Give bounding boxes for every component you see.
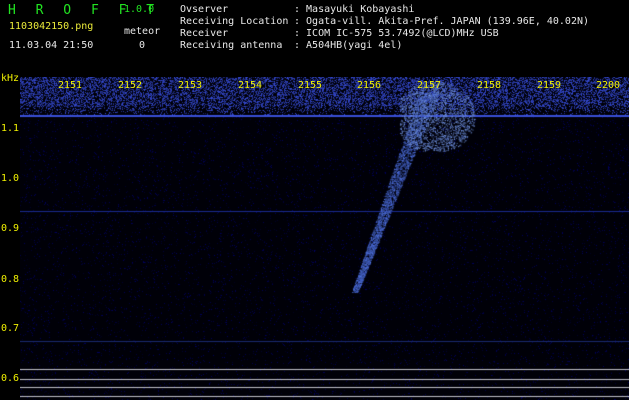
x-tick-label: 2153 [178,80,203,91]
app-version: 1.0.0 [124,4,155,15]
y-tick-label: 1.0 [1,173,20,184]
y-tick-label: 0.6 [1,373,20,384]
info-key-location: Receiving Location [180,16,289,27]
info-value-observer: : Masayuki Kobayashi [294,4,415,15]
x-tick-label: 2200 [596,80,621,91]
y-axis-unit: kHz [1,73,20,84]
x-tick-label: 2152 [118,80,143,91]
x-tick-label: 2157 [417,80,442,91]
info-value-receiver: : ICOM IC-575 53.7492(@LCD)MHz USB [294,28,499,39]
file-name: 1103042150.png [9,21,94,32]
x-tick-label: 2151 [58,80,83,91]
x-tick-label: 2155 [298,80,323,91]
y-tick-label: 0.8 [1,274,20,285]
info-key-antenna: Receiving antenna [180,40,283,51]
meteor-label: meteor [124,26,161,37]
spectrogram-waterfall [20,77,629,400]
info-key-receiver: Receiver [180,28,229,39]
x-tick-label: 2159 [537,80,562,91]
file-datetime: 11.03.04 21:50 [9,40,94,51]
x-tick-label: 2158 [477,80,502,91]
info-value-location: : Ogata-vill. Akita-Pref. JAPAN (139.96E… [294,16,590,27]
info-key-observer: Ovserver [180,4,229,15]
info-value-antenna: : A504HB(yagi 4el) [294,40,403,51]
y-tick-label: 0.7 [1,323,20,334]
meteor-count: 0 [139,40,146,51]
x-tick-label: 2154 [238,80,263,91]
y-tick-label: 1.1 [1,123,20,134]
y-tick-label: 0.9 [1,223,20,234]
x-tick-label: 2156 [357,80,382,91]
